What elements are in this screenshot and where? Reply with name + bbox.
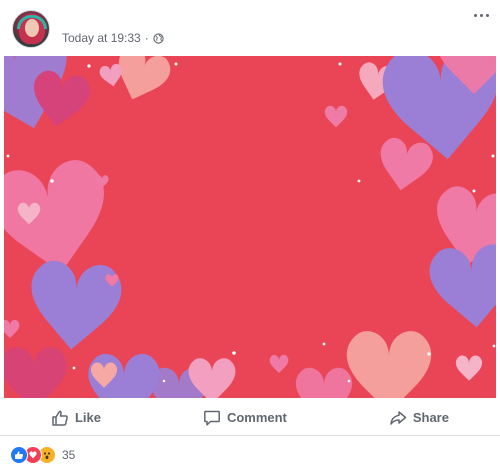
sparkle xyxy=(87,64,91,68)
reactions-summary[interactable]: 35 xyxy=(10,446,75,464)
sparkle xyxy=(338,62,342,66)
like-label: Like xyxy=(74,410,101,425)
sparkle xyxy=(427,352,431,356)
sparkle xyxy=(174,62,178,66)
globe-icon[interactable] xyxy=(153,32,164,44)
sparkle xyxy=(492,344,496,348)
more-options-icon[interactable] xyxy=(470,8,492,22)
hearts-illustration xyxy=(4,56,496,398)
like-button[interactable]: Like xyxy=(39,403,113,433)
sparkle xyxy=(322,342,326,346)
reaction-count[interactable]: 35 xyxy=(62,448,75,462)
sparkle xyxy=(472,189,476,193)
sparkle xyxy=(50,179,54,183)
sparkle xyxy=(232,351,236,355)
post-timestamp[interactable]: Today at 19:33 xyxy=(62,31,141,45)
comment-icon xyxy=(203,410,220,426)
share-button[interactable]: Share xyxy=(377,403,461,433)
post-actions-bar: Like Comment Share xyxy=(0,400,500,436)
comment-button[interactable]: Comment xyxy=(191,403,299,433)
sparkle xyxy=(347,379,351,383)
like-reaction-icon xyxy=(10,446,28,464)
avatar-headphones xyxy=(17,15,47,29)
sparkle xyxy=(72,366,76,370)
meta-separator: · xyxy=(144,31,149,45)
comment-label: Comment xyxy=(226,410,287,425)
post-card: Today at 19:33 · Like Comment Share 35 xyxy=(0,0,500,467)
post-header: Today at 19:33 · xyxy=(0,0,500,56)
sparkle xyxy=(357,179,361,183)
share-label: Share xyxy=(412,410,449,425)
thumbs-up-icon xyxy=(52,410,68,426)
sparkle xyxy=(162,379,166,383)
post-meta: Today at 19:33 · xyxy=(62,31,164,45)
sparkle xyxy=(491,154,495,158)
more-dot xyxy=(485,13,489,17)
more-dot xyxy=(479,13,483,17)
avatar[interactable] xyxy=(12,10,50,48)
more-dot xyxy=(473,13,477,17)
post-image[interactable] xyxy=(4,56,496,398)
share-arrow-icon xyxy=(390,410,407,425)
sparkle xyxy=(6,154,10,158)
